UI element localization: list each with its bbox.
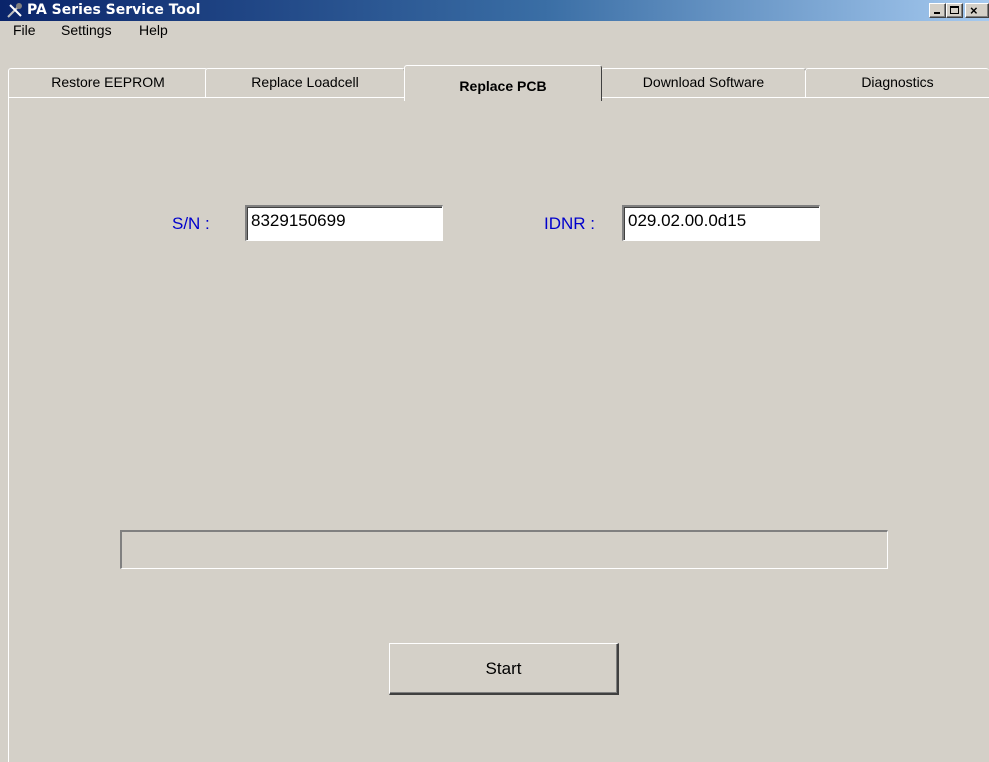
- maximize-button[interactable]: [946, 3, 963, 18]
- close-icon: ×: [970, 3, 978, 18]
- tab-panel: [8, 97, 989, 762]
- title-bar[interactable]: PA Series Service Tool ×: [0, 0, 989, 21]
- menu-settings[interactable]: Settings: [61, 22, 112, 38]
- tab-replace-pcb[interactable]: Replace PCB: [404, 65, 602, 101]
- close-button[interactable]: ×: [965, 3, 989, 18]
- menu-file[interactable]: File: [13, 22, 36, 38]
- minimize-button[interactable]: [929, 3, 946, 18]
- maximize-icon: [950, 6, 959, 14]
- tab-replace-loadcell[interactable]: Replace Loadcell: [205, 68, 405, 97]
- app-window: PA Series Service Tool × File Settings H…: [0, 0, 989, 762]
- tab-download-software[interactable]: Download Software: [601, 68, 806, 97]
- tab-restore-eeprom[interactable]: Restore EEPROM: [8, 68, 208, 97]
- tab-diagnostics[interactable]: Diagnostics: [805, 68, 989, 97]
- minimize-icon: [934, 12, 940, 14]
- window-title: PA Series Service Tool: [27, 2, 201, 18]
- tool-icon: [6, 2, 24, 19]
- menu-help[interactable]: Help: [139, 22, 168, 38]
